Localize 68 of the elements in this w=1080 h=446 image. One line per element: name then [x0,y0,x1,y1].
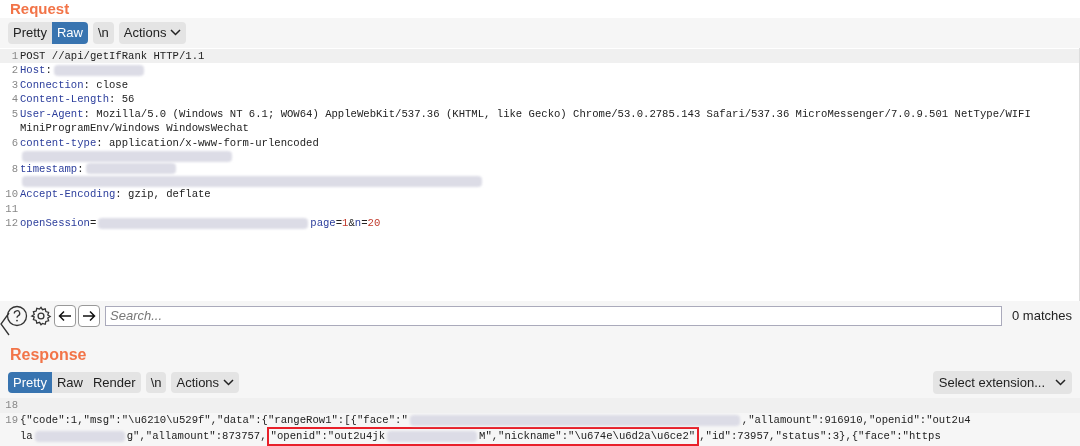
code-text: : [45,63,52,78]
header-name: n [354,216,362,232]
header-name: Host [20,63,46,78]
code-text: "openid":"out2u4jk [270,429,386,444]
line-number: 8 [11,162,18,175]
line-number: 2 [11,64,18,77]
header-name: openSession [20,216,90,232]
actions-dropdown[interactable]: Actions [118,22,187,44]
code-text: : Mozilla/5.0 (Windows NT 6.1; WOW64) AppleWebKit/537.36 (KHTML, like Gecko) Chrome/53.0.2785.143 Safari/537.36 MicroMessenger/7.0.9.501 NetType/WIFI [83,106,1031,122]
panel-title: Response [10,345,87,363]
view-tab[interactable]: Render [88,371,141,394]
chevron-down-icon [1055,378,1066,386]
back-button[interactable] [54,304,76,327]
code-text: = [89,216,97,232]
search-field[interactable]: Search... [105,305,1002,326]
match-count: 0 matches [1012,306,1072,325]
arrow-right-icon [82,309,96,322]
chevron-down-icon [170,29,182,37]
code-text: : close [83,77,129,93]
line-number: 18 [5,399,18,412]
newline-toggle[interactable]: \n [145,371,167,394]
panel-title: Request [10,0,70,18]
arrow-left-icon [58,309,72,322]
header-name: Accept-Encoding [20,187,116,202]
code-text: = [335,216,343,232]
code-text: g","allamount":873757, [126,429,267,444]
line-number: 11 [5,202,18,215]
code-text: {"code":1,"msg":"\u6210\u529f","data":{"rangeRow1":[{"face":" [20,412,408,428]
code-text: la [20,429,33,444]
view-tab[interactable]: Raw [51,22,88,44]
code-text: : 56 [109,92,135,107]
view-tab[interactable]: Pretty [8,22,52,44]
help-icon [6,304,28,327]
line-number: 10 [5,188,18,201]
code-text: M","nickname":"\u674e\u6d2a\u6ce2" [479,429,696,444]
code-text: POST //api/getIfRank HTTP/1.1 [20,48,205,64]
header-name: timestamp [20,161,78,177]
line-number: 12 [5,217,18,230]
actions-dropdown[interactable]: Actions [171,371,240,394]
code-text: = [361,216,368,232]
line-number: 1 [11,49,18,62]
view-tab[interactable]: Pretty [8,371,52,394]
code-text: : gzip, deflate [115,187,211,202]
line-number: 6 [11,137,18,150]
line-number: 5 [11,107,18,120]
forward-button[interactable] [78,304,100,327]
number-value: 20 [367,216,381,232]
collapse-chevron-icon [0,312,10,336]
code-text: & [348,216,355,232]
newline-toggle[interactable]: \n [93,22,114,44]
header-name: Content-Length [20,92,109,107]
settings-icon [30,304,52,327]
extension-select[interactable]: Select extension... [932,370,1072,395]
view-tab[interactable]: Raw [51,371,88,394]
header-name: page [310,216,336,232]
number-value: 1 [342,216,349,232]
line-number: 4 [11,93,18,106]
header-name: Connection [20,77,84,93]
code-text: MiniProgramEnv/Windows WindowsWechat [20,121,249,137]
header-name: content-type [20,136,97,151]
code-text: ,"id":73957,"status":3},{"face":"https [699,429,941,444]
chevron-down-icon [223,378,235,386]
code-text: : application/x-www-form-urlencoded [96,136,319,151]
line-number: 19 [5,413,18,426]
code-text: ,"allamount":916910,"openid":"out2u4 [741,412,971,428]
code-text: : [77,161,84,177]
header-name: User-Agent [20,106,84,122]
line-number: 3 [11,78,18,91]
